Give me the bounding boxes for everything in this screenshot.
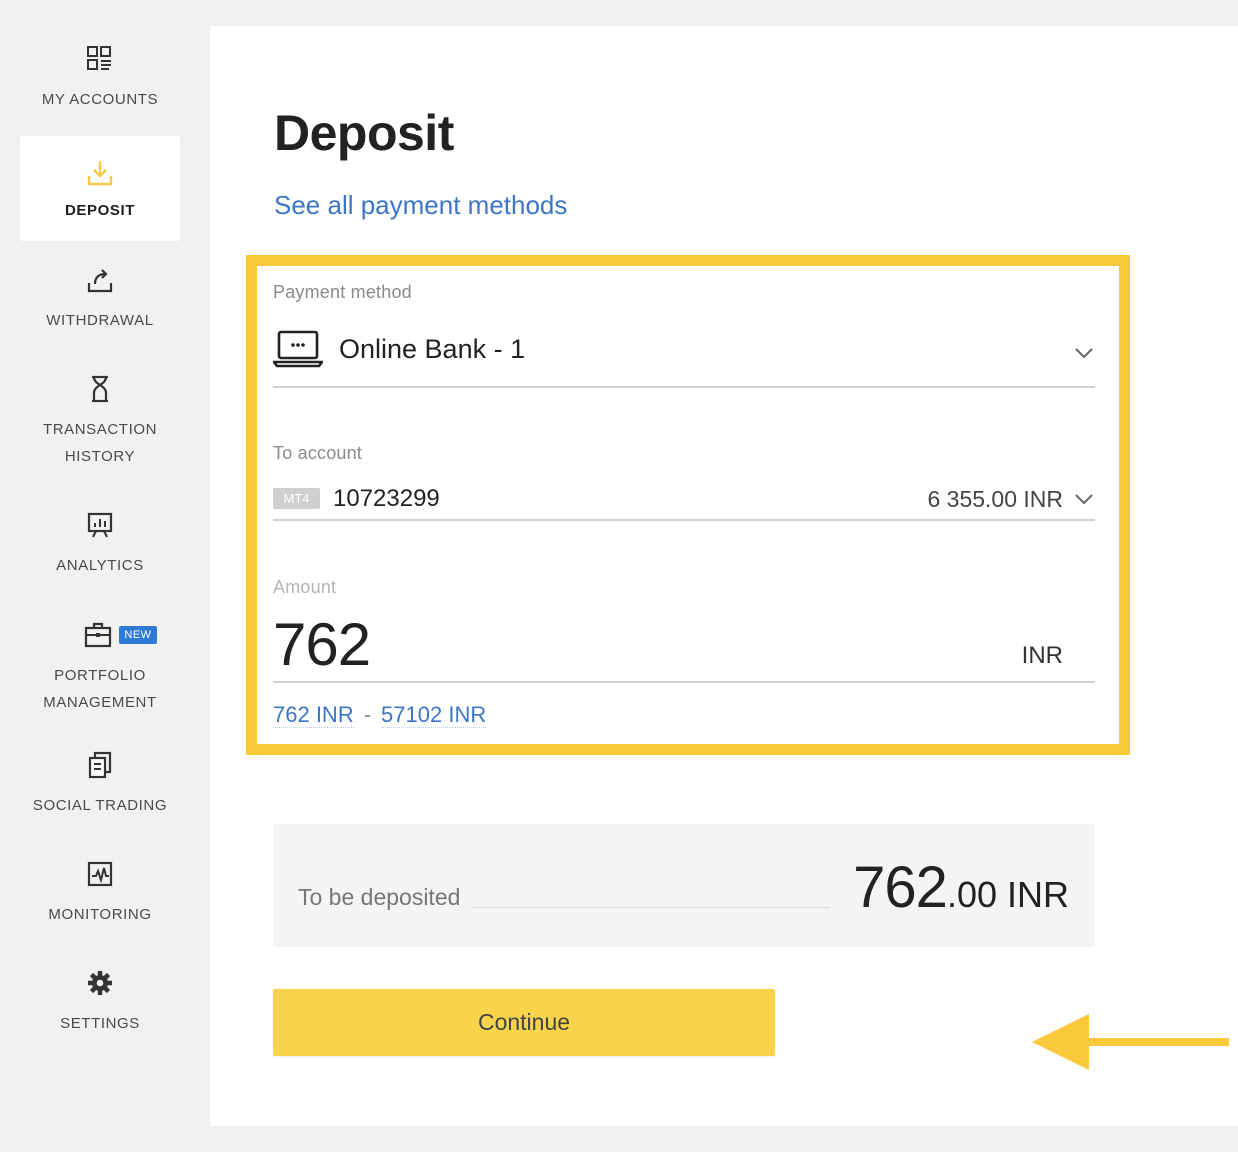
summary-divider — [471, 907, 830, 908]
summary-value-decimal: .00 INR — [946, 874, 1069, 915]
sidebar-item-label: DEPOSIT — [64, 201, 136, 219]
hourglass-icon — [92, 375, 108, 403]
account-balance: 6 355.00 INR — [927, 486, 1063, 512]
platform-badge: MT4 — [273, 488, 320, 509]
range-separator: - — [363, 702, 372, 727]
chevron-down-icon — [1075, 494, 1093, 505]
payment-method-select[interactable]: Online Bank - 1 — [273, 328, 1095, 388]
amount-currency: INR — [1021, 642, 1063, 669]
sidebar-item-withdrawal[interactable]: WITHDRAWAL — [20, 265, 180, 334]
deposit-panel: Deposit See all payment methods Payment … — [210, 26, 1238, 1126]
sidebar-item-my-accounts[interactable]: MY ACCOUNTS — [20, 44, 180, 113]
sidebar-item-label: SOCIAL TRADING — [32, 797, 168, 814]
amount-value: 762 — [273, 611, 371, 678]
laptop-icon — [273, 330, 323, 368]
continue-button[interactable]: Continue — [273, 989, 775, 1056]
sidebar-item-label: MONITORING — [48, 906, 152, 923]
payment-method-label: Payment method — [273, 282, 412, 302]
accounts-grid-icon — [87, 46, 111, 70]
page-title: Deposit — [274, 105, 454, 161]
payment-method-value: Online Bank - 1 — [339, 334, 526, 364]
to-account-select[interactable]: MT4 10723299 6 355.00 INR — [273, 484, 1095, 521]
upload-arrow-icon — [87, 269, 113, 293]
pointer-arrow-icon — [1032, 1014, 1229, 1070]
sidebar-item-label: SETTINGS — [60, 1015, 140, 1032]
sidebar-item-label: TRANSACTION HISTORY — [42, 421, 158, 465]
min-amount-link[interactable]: 762 INR — [273, 702, 354, 728]
sidebar-item-label: MY ACCOUNTS — [41, 91, 159, 108]
portfolio-icon-row: NEW — [83, 620, 157, 650]
sidebar-item-monitoring[interactable]: MONITORING — [20, 859, 180, 928]
see-all-payment-methods-link[interactable]: See all payment methods — [274, 190, 567, 221]
sidebar-item-analytics[interactable]: ANALYTICS — [20, 510, 180, 579]
summary-value: 762.00 INR — [853, 854, 1069, 921]
amount-range: 762 INR -57102 INR — [273, 702, 487, 728]
to-account-label: To account — [273, 443, 363, 463]
copy-documents-icon — [88, 751, 112, 779]
amount-label: Amount — [273, 577, 337, 597]
new-badge: NEW — [119, 626, 157, 644]
sidebar-item-deposit[interactable]: DEPOSIT — [20, 136, 180, 241]
amount-input[interactable]: 762 INR — [273, 610, 1095, 683]
deposit-summary: To be deposited 762.00 INR — [273, 824, 1095, 947]
sidebar-item-label: WITHDRAWAL — [46, 312, 154, 329]
summary-label: To be deposited — [298, 884, 461, 910]
sidebar-item-social-trading[interactable]: SOCIAL TRADING — [20, 750, 180, 819]
gear-icon — [88, 971, 112, 995]
monitoring-chart-icon — [87, 861, 113, 887]
sidebar-item-transaction-history[interactable]: TRANSACTION HISTORY — [20, 374, 180, 470]
sidebar-item-portfolio-management[interactable]: NEW PORTFOLIO MANAGEMENT — [20, 620, 180, 716]
analytics-board-icon — [87, 512, 113, 538]
sidebar-item-label: PORTFOLIO MANAGEMENT — [43, 667, 157, 711]
sidebar-item-settings[interactable]: SETTINGS — [20, 968, 180, 1037]
download-icon — [87, 160, 113, 185]
chevron-down-icon — [1075, 348, 1093, 359]
sidebar: MY ACCOUNTS DEPOSIT WITHDRAWAL TRANSACTI… — [0, 0, 200, 1152]
account-number: 10723299 — [333, 485, 440, 512]
briefcase-icon — [85, 622, 112, 648]
max-amount-link[interactable]: 57102 INR — [381, 702, 487, 728]
summary-value-integer: 762 — [853, 855, 948, 920]
sidebar-item-label: ANALYTICS — [56, 557, 144, 574]
